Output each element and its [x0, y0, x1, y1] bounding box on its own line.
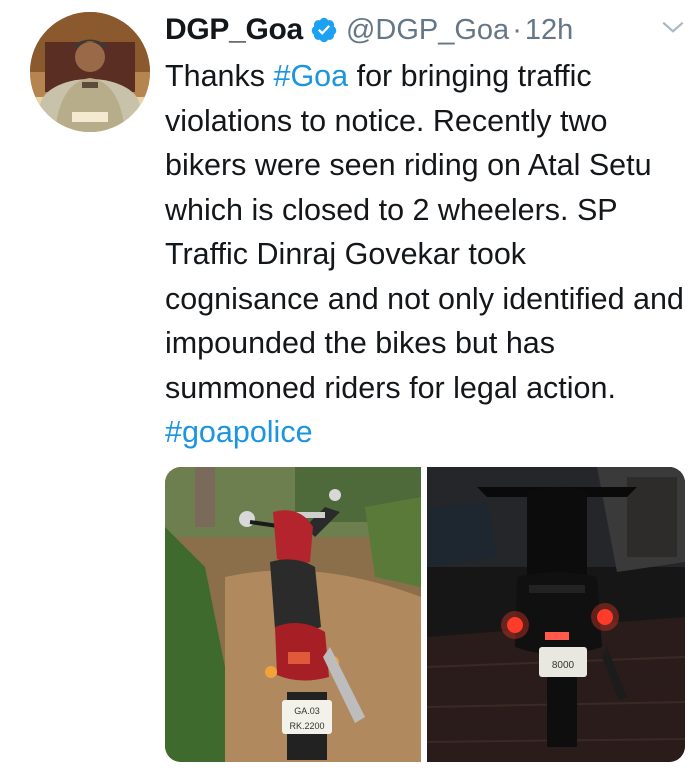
tweet-text-part: for bringing traffic violations to notic… — [165, 59, 684, 405]
author-name[interactable]: DGP_Goa — [165, 13, 303, 47]
separator-dot: · — [512, 13, 522, 46]
plate-text-right: 8000 — [552, 660, 575, 671]
tweet-header: DGP_Goa @DGP_Goa · 12h — [165, 8, 686, 52]
tweet-timestamp[interactable]: 12h — [525, 14, 573, 47]
verified-badge-icon — [310, 16, 338, 44]
chevron-down-icon[interactable] — [660, 14, 686, 40]
tweet-text: Thanks #Goa for bringing traffic violati… — [165, 54, 685, 455]
tweet-photo-left[interactable]: GA.03 RK.2200 — [165, 467, 421, 762]
motorcycle-night-photo: 8000 — [427, 467, 685, 762]
avatar-photo — [30, 12, 150, 132]
avatar[interactable] — [30, 12, 150, 132]
plate-text-line1: GA.03 — [294, 706, 320, 716]
author-handle[interactable]: @DGP_Goa — [346, 14, 509, 47]
hashtag-goapolice[interactable]: #goapolice — [165, 415, 313, 449]
plate-text-line2: RK.2200 — [289, 721, 324, 731]
tweet-photo-right[interactable]: 8000 — [427, 467, 685, 762]
hashtag-goa[interactable]: #Goa — [274, 59, 349, 93]
motorcycle-daylight-photo: GA.03 RK.2200 — [165, 467, 421, 762]
tweet-text-part: Thanks — [165, 59, 274, 93]
